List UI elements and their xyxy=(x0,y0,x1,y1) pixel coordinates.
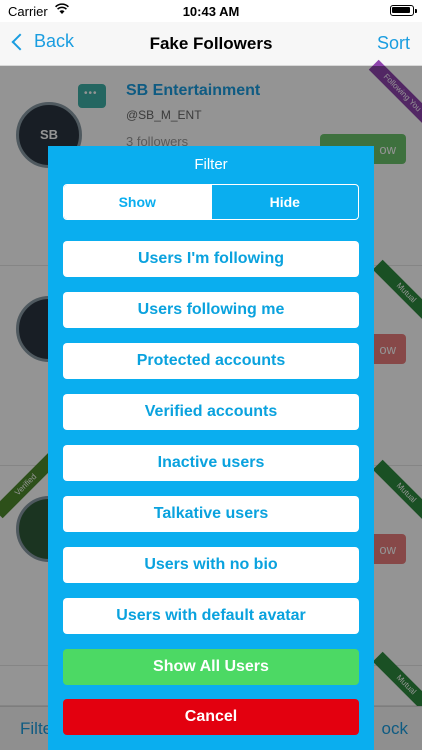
cancel-button[interactable]: Cancel xyxy=(63,699,359,735)
filter-option-talkative[interactable]: Talkative users xyxy=(63,496,359,532)
navigation-bar: Back Fake Followers Sort xyxy=(0,22,422,66)
filter-panel: Filter Show Hide Users I'm following Use… xyxy=(48,146,374,750)
filter-option-inactive[interactable]: Inactive users xyxy=(63,445,359,481)
status-bar: Carrier 10:43 AM xyxy=(0,0,422,22)
show-all-users-button[interactable]: Show All Users xyxy=(63,649,359,685)
hide-segment[interactable]: Hide xyxy=(210,185,359,219)
show-segment[interactable]: Show xyxy=(64,185,211,219)
sort-button[interactable]: Sort xyxy=(377,33,410,54)
filter-option-protected[interactable]: Protected accounts xyxy=(63,343,359,379)
filter-option-followers[interactable]: Users following me xyxy=(63,292,359,328)
filter-option-default-avatar[interactable]: Users with default avatar xyxy=(63,598,359,634)
page-title: Fake Followers xyxy=(149,34,273,53)
filter-option-following[interactable]: Users I'm following xyxy=(63,241,359,277)
show-hide-segmented-control: Show Hide xyxy=(63,184,359,220)
filter-option-no-bio[interactable]: Users with no bio xyxy=(63,547,359,583)
battery-icon xyxy=(390,5,417,16)
filter-option-verified[interactable]: Verified accounts xyxy=(63,394,359,430)
clock: 10:43 AM xyxy=(182,4,240,19)
filter-title: Filter xyxy=(194,156,228,173)
